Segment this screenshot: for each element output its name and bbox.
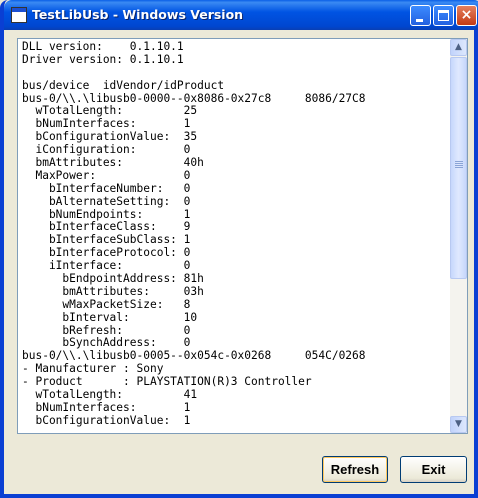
output-line: bmAttributes: 03h: [22, 284, 204, 298]
window-title: TestLibUsb - Windows Version: [32, 7, 244, 22]
output-listbox[interactable]: DLL version: 0.1.10.1 Driver version: 0.1…: [17, 38, 468, 434]
maximize-button[interactable]: [433, 5, 454, 26]
app-window-icon[interactable]: [11, 7, 27, 23]
output-line: bus/device idVendor/idProduct: [22, 78, 225, 92]
scroll-down-button[interactable]: ▼: [450, 416, 467, 433]
output-line: DLL version: 0.1.10.1: [22, 41, 184, 53]
title-bar[interactable]: TestLibUsb - Windows Version ×: [4, 0, 478, 30]
scroll-thumb[interactable]: [450, 57, 467, 279]
close-icon: ×: [460, 7, 473, 23]
output-line: bAlternateSetting: 0: [22, 194, 191, 208]
output-line: wTotalLength: 41: [22, 388, 198, 402]
output-line: bConfigurationValue: 1: [22, 413, 191, 427]
close-button[interactable]: ×: [456, 5, 477, 26]
output-line: Driver version: 0.1.10.1: [22, 52, 184, 66]
scroll-up-button[interactable]: ▲: [450, 39, 467, 56]
output-line: bInterfaceNumber: 0: [22, 181, 191, 195]
output-line: bInterval: 10: [22, 310, 198, 324]
output-text: DLL version: 0.1.10.1 Driver version: 0.1…: [22, 41, 447, 431]
minimize-icon: [416, 19, 423, 22]
output-line: wMaxPacketSize: 8: [22, 297, 191, 311]
maximize-icon: [438, 10, 449, 21]
output-line: MaxPower: 0: [22, 168, 191, 182]
grip-icon: [455, 161, 463, 169]
exit-button[interactable]: Exit: [400, 456, 467, 483]
output-line: bNumInterfaces: 1: [22, 400, 191, 414]
output-line: bEndpointAddress: 81h: [22, 272, 204, 286]
output-line: bmAttributes: 40h: [22, 156, 204, 170]
vertical-scrollbar[interactable]: ▲ ▼: [450, 39, 467, 433]
refresh-button[interactable]: Refresh: [322, 456, 388, 483]
main-window: TestLibUsb - Windows Version × DLL versi…: [0, 0, 478, 498]
minimize-button[interactable]: [410, 5, 431, 26]
